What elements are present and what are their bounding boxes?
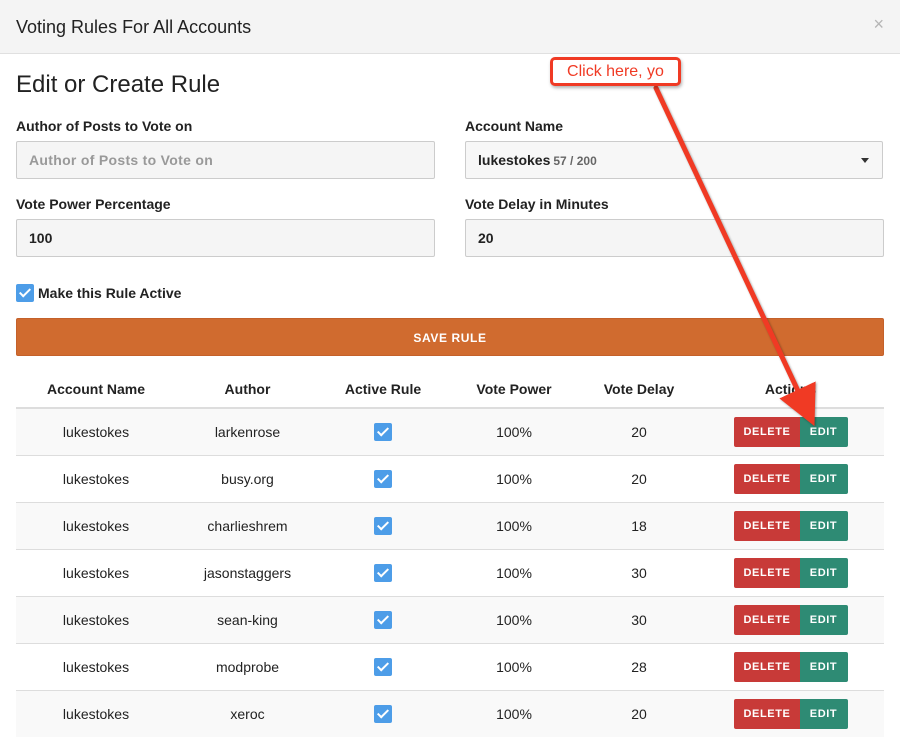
edit-button[interactable]: EDIT	[799, 463, 848, 494]
edit-button[interactable]: EDIT	[799, 651, 848, 682]
table-row: lukestokes charlieshrem 100% 18 DELETE EDIT	[16, 501, 884, 549]
cell-vote-delay: 30	[581, 595, 697, 643]
account-name-select[interactable]: lukestokes 57 / 200	[465, 141, 883, 179]
cell-actions: DELETE EDIT	[697, 595, 884, 643]
cell-account-name: lukestokes	[16, 595, 176, 643]
delete-button[interactable]: DELETE	[733, 510, 800, 541]
cell-author: jasonstaggers	[176, 548, 319, 596]
cell-actions: DELETE EDIT	[697, 548, 884, 596]
cell-active-rule	[319, 548, 447, 596]
active-rule-label: Make this Rule Active	[38, 285, 182, 301]
active-checkbox[interactable]	[374, 422, 392, 441]
cell-actions: DELETE EDIT	[697, 642, 884, 690]
cell-vote-power: 100%	[447, 689, 581, 737]
section-title: Edit or Create Rule	[16, 71, 221, 98]
cell-vote-delay: 20	[581, 407, 697, 455]
header-actions: Actions	[697, 370, 884, 409]
cell-author: xeroc	[176, 689, 319, 737]
delete-button[interactable]: DELETE	[733, 463, 800, 494]
header-active-rule: Active Rule	[319, 370, 447, 409]
cell-vote-delay: 18	[581, 501, 697, 549]
cell-account-name: lukestokes	[16, 642, 176, 690]
cell-author: busy.org	[176, 454, 319, 502]
cell-vote-power: 100%	[447, 454, 581, 502]
active-checkbox[interactable]	[374, 469, 392, 488]
vote-delay-label: Vote Delay in Minutes	[465, 196, 609, 212]
delete-button[interactable]: DELETE	[733, 604, 800, 635]
close-icon[interactable]: ×	[873, 14, 884, 35]
delete-button[interactable]: DELETE	[733, 651, 800, 682]
cell-account-name: lukestokes	[16, 548, 176, 596]
cell-active-rule	[319, 642, 447, 690]
cell-vote-power: 100%	[447, 595, 581, 643]
save-rule-button[interactable]: SAVE RULE	[16, 318, 884, 356]
active-rule-toggle[interactable]: Make this Rule Active	[16, 284, 181, 302]
cell-active-rule	[319, 501, 447, 549]
table-row: lukestokes modprobe 100% 28 DELETE EDIT	[16, 642, 884, 690]
account-count: 57 / 200	[553, 154, 597, 168]
active-checkbox[interactable]	[374, 516, 392, 535]
cell-account-name: lukestokes	[16, 454, 176, 502]
cell-active-rule	[319, 595, 447, 643]
cell-vote-delay: 30	[581, 548, 697, 596]
table-row: lukestokes busy.org 100% 20 DELETE EDIT	[16, 454, 884, 502]
modal-header: Voting Rules For All Accounts ×	[0, 0, 900, 54]
rules-table: Account Name Author Active Rule Vote Pow…	[16, 370, 884, 737]
cell-vote-power: 100%	[447, 501, 581, 549]
delete-button[interactable]: DELETE	[733, 557, 800, 588]
cell-active-rule	[319, 407, 447, 455]
edit-button[interactable]: EDIT	[799, 698, 848, 729]
edit-button[interactable]: EDIT	[799, 416, 848, 447]
cell-author: charlieshrem	[176, 501, 319, 549]
cell-actions: DELETE EDIT	[697, 501, 884, 549]
edit-button[interactable]: EDIT	[799, 557, 848, 588]
vote-power-label: Vote Power Percentage	[16, 196, 171, 212]
cell-actions: DELETE EDIT	[697, 689, 884, 737]
table-row: lukestokes larkenrose 100% 20 DELETE EDIT	[16, 407, 884, 455]
caret-down-icon	[861, 158, 869, 163]
account-name-value: lukestokes	[478, 152, 551, 168]
edit-button[interactable]: EDIT	[799, 604, 848, 635]
author-input[interactable]	[16, 141, 435, 179]
cell-author: modprobe	[176, 642, 319, 690]
active-checkbox[interactable]	[374, 657, 392, 676]
cell-vote-power: 100%	[447, 548, 581, 596]
cell-vote-delay: 20	[581, 454, 697, 502]
modal-title: Voting Rules For All Accounts	[16, 17, 252, 37]
cell-actions: DELETE EDIT	[697, 407, 884, 455]
cell-vote-delay: 28	[581, 642, 697, 690]
table-row: lukestokes jasonstaggers 100% 30 DELETE EDIT	[16, 548, 884, 596]
header-vote-power: Vote Power	[447, 370, 581, 409]
author-label: Author of Posts to Vote on	[16, 118, 193, 134]
header-account-name: Account Name	[16, 370, 176, 409]
cell-account-name: lukestokes	[16, 501, 176, 549]
cell-vote-delay: 20	[581, 689, 697, 737]
header-vote-delay: Vote Delay	[581, 370, 697, 409]
table-row: lukestokes xeroc 100% 20 DELETE EDIT	[16, 689, 884, 737]
cell-author: sean-king	[176, 595, 319, 643]
cell-author: larkenrose	[176, 407, 319, 455]
cell-active-rule	[319, 689, 447, 737]
vote-delay-input[interactable]: 20	[465, 219, 884, 257]
edit-button[interactable]: EDIT	[799, 510, 848, 541]
active-checkbox[interactable]	[374, 610, 392, 629]
active-rule-checkbox[interactable]	[16, 284, 34, 302]
cell-active-rule	[319, 454, 447, 502]
active-checkbox[interactable]	[374, 563, 392, 582]
delete-button[interactable]: DELETE	[733, 416, 800, 447]
annotation-callout: Click here, yo	[550, 57, 681, 86]
cell-vote-power: 100%	[447, 407, 581, 455]
cell-account-name: lukestokes	[16, 689, 176, 737]
table-row: lukestokes sean-king 100% 30 DELETE EDIT	[16, 595, 884, 643]
table-header-row: Account Name Author Active Rule Vote Pow…	[16, 370, 884, 409]
account-name-label: Account Name	[465, 118, 564, 134]
delete-button[interactable]: DELETE	[733, 698, 800, 729]
cell-actions: DELETE EDIT	[697, 454, 884, 502]
vote-power-input[interactable]: 100	[16, 219, 435, 257]
cell-vote-power: 100%	[447, 642, 581, 690]
active-checkbox[interactable]	[374, 704, 392, 723]
cell-account-name: lukestokes	[16, 407, 176, 455]
header-author: Author	[176, 370, 319, 409]
